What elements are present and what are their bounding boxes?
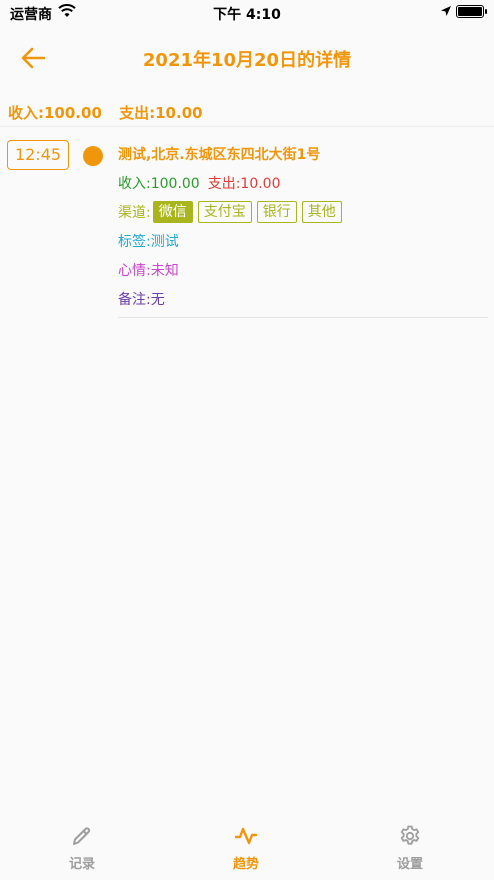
summary-income: 收入:100.00 — [8, 104, 102, 122]
tab-records-label: 记录 — [68, 857, 95, 872]
status-time: 下午 4:10 — [213, 7, 281, 23]
entry-time-badge[interactable]: 12:45 — [7, 140, 69, 170]
gear-icon — [400, 825, 420, 845]
trend-wave-icon — [234, 827, 258, 845]
tag-value: 测试 — [150, 234, 179, 250]
tab-records[interactable]: 记录 — [42, 824, 122, 872]
battery-icon — [456, 5, 487, 18]
divider — [0, 126, 494, 127]
channel-chip-alipay[interactable]: 支付宝 — [197, 201, 252, 223]
tab-trends[interactable]: 趋势 — [206, 824, 286, 872]
tab-bar: 记录 趋势 设置 — [0, 818, 494, 880]
channel-label: 渠道: — [118, 205, 151, 221]
tab-settings-label: 设置 — [396, 857, 423, 872]
entry-income: 收入:100.00 — [118, 176, 200, 192]
note-value: 无 — [150, 292, 165, 308]
entry-address: 测试,北京.东城区东四北大街1号 — [118, 147, 321, 163]
record-entry[interactable]: 测试,北京.东城区东四北大街1号 收入:100.00 支出:10.00 渠道: … — [118, 144, 488, 309]
entry-channels: 渠道: 微信 支付宝 银行 其他 — [118, 201, 488, 223]
tab-trends-label: 趋势 — [232, 857, 259, 872]
channel-chip-other[interactable]: 其他 — [301, 201, 342, 223]
mood-value: 未知 — [150, 263, 179, 279]
entry-expense: 支出:10.00 — [207, 176, 281, 192]
channel-chip-wechat[interactable]: 微信 — [152, 201, 193, 223]
entry-tag: 标签: 测试 — [118, 231, 488, 251]
tag-label: 标签: — [118, 234, 151, 250]
entry-mood: 心情: 未知 — [118, 260, 488, 280]
note-label: 备注: — [118, 292, 151, 308]
status-bar: 运营商 下午 4:10 — [0, 0, 494, 26]
nav-bar: 2021年10月20日的详情 — [0, 36, 494, 80]
pencil-icon — [73, 827, 91, 845]
day-summary: 收入:100.00 支出:10.00 — [8, 102, 203, 123]
timeline-dot — [83, 146, 103, 166]
location-arrow-icon — [441, 6, 451, 16]
summary-expense: 支出:10.00 — [119, 104, 203, 122]
page-title: 2021年10月20日的详情 — [142, 50, 352, 71]
entry-divider — [118, 317, 488, 318]
tab-settings[interactable]: 设置 — [370, 824, 450, 872]
entry-amounts: 收入:100.00 支出:10.00 — [118, 173, 488, 193]
entry-note: 备注: 无 — [118, 289, 488, 309]
channel-chip-bank[interactable]: 银行 — [256, 201, 297, 223]
mood-label: 心情: — [118, 263, 151, 279]
